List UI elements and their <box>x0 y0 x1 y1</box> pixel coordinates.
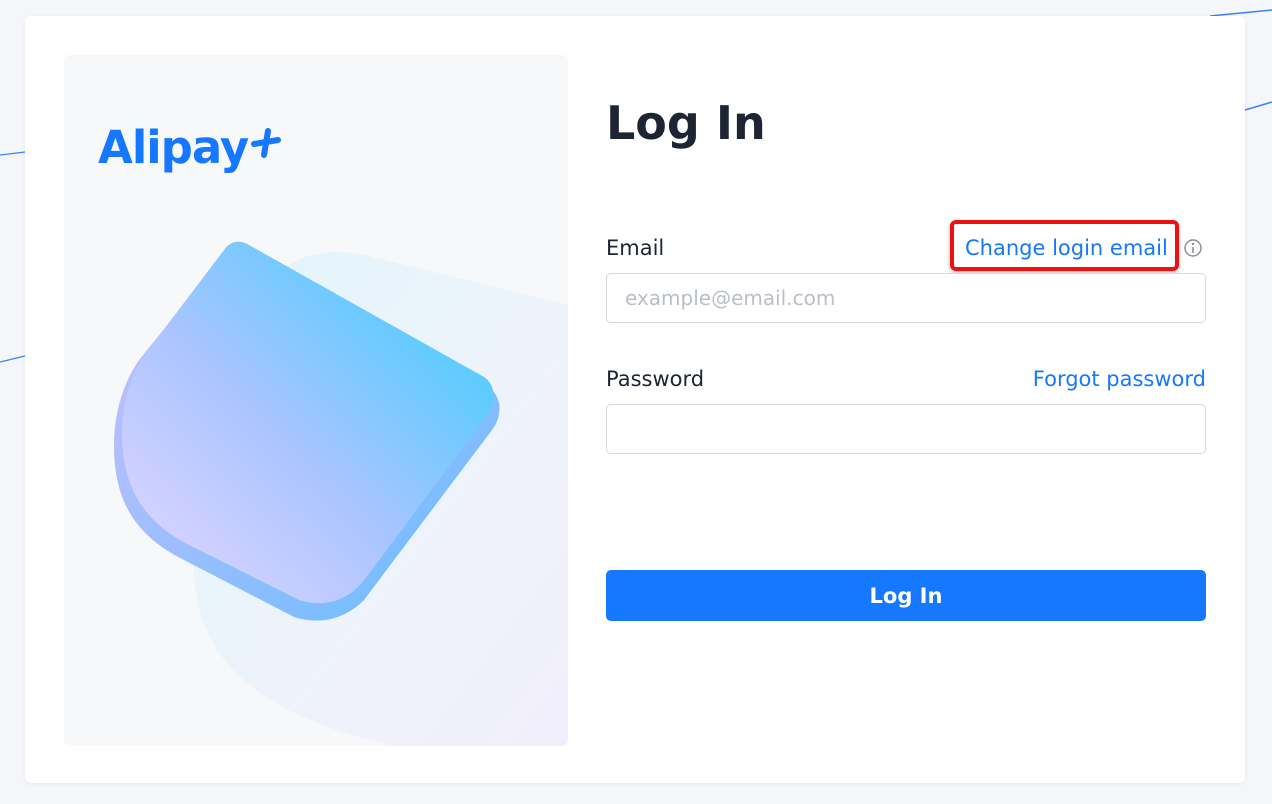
forgot-password-link[interactable]: Forgot password <box>1033 367 1206 391</box>
page-title: Log In <box>606 96 766 150</box>
highlight-annotation <box>950 220 1179 271</box>
password-label: Password <box>606 367 705 391</box>
email-field[interactable] <box>606 273 1206 323</box>
email-label: Email <box>606 236 665 260</box>
hero-panel: Alipay <box>64 55 568 746</box>
login-form: Log In Email Change login email Password… <box>606 16 1206 783</box>
login-button[interactable]: Log In <box>606 570 1206 621</box>
logo-text: Alipay <box>98 121 249 174</box>
plus-mark-icon <box>251 127 282 158</box>
login-card: Alipay Log In Email Change login email P… <box>25 16 1245 783</box>
password-field[interactable] <box>606 404 1206 454</box>
info-circle-icon[interactable] <box>1183 238 1203 258</box>
alipay-plus-logo: Alipay <box>98 125 282 170</box>
